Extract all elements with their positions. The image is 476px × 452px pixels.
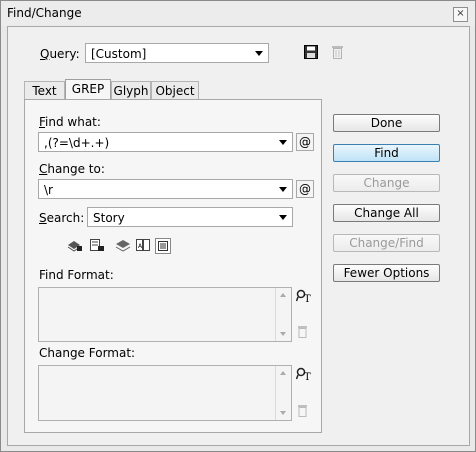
query-dropdown[interactable]: [Custom]: [85, 43, 269, 63]
change-format-box[interactable]: [38, 365, 292, 421]
tab-object[interactable]: Object: [151, 81, 199, 100]
specify-change-format-icon[interactable]: T: [296, 367, 312, 381]
search-scope-dropdown[interactable]: Story: [87, 207, 293, 227]
clear-find-format-trash-icon[interactable]: [297, 325, 308, 338]
find-special-characters-button[interactable]: @: [296, 133, 314, 151]
search-label: Search:: [39, 211, 85, 225]
find-change-dialog: Find/Change × Query: [Custom] Text GREP …: [0, 0, 476, 452]
chevron-down-icon: [255, 51, 263, 56]
change-all-button[interactable]: Change All: [333, 204, 440, 222]
include-locked-stories-icon[interactable]: [89, 237, 105, 253]
tab-glyph[interactable]: Glyph: [111, 81, 151, 100]
find-format-box[interactable]: [38, 287, 292, 342]
scroll-down-icon: [280, 411, 286, 415]
change-format-label: Change Format:: [39, 346, 136, 360]
tab-grep[interactable]: GREP: [65, 79, 111, 101]
title-bar[interactable]: Find/Change ×: [1, 1, 475, 26]
scroll-up-icon: [280, 371, 286, 375]
chevron-down-icon: [279, 187, 287, 192]
change-button[interactable]: Change: [333, 174, 440, 192]
search-scope-value: Story: [93, 211, 125, 225]
find-what-input[interactable]: ,(?=\d+.+): [38, 132, 293, 152]
query-label: Query:: [40, 47, 80, 61]
find-format-scrollbar[interactable]: [275, 288, 291, 341]
chevron-down-icon: [279, 140, 287, 145]
svg-text:T: T: [304, 294, 311, 303]
svg-text:T: T: [304, 372, 311, 381]
scroll-up-icon: [280, 293, 286, 297]
scroll-down-icon: [280, 332, 286, 336]
include-footnotes-icon[interactable]: [155, 238, 171, 254]
close-icon[interactable]: ×: [453, 7, 468, 22]
window-title: Find/Change: [7, 6, 82, 20]
change-find-button[interactable]: Change/Find: [333, 234, 440, 252]
find-what-label: Find what:: [39, 115, 101, 129]
change-format-scrollbar[interactable]: [275, 366, 291, 420]
change-to-input[interactable]: \r: [38, 179, 293, 199]
chevron-down-icon: [279, 215, 287, 220]
include-hidden-layers-icon[interactable]: [115, 237, 131, 253]
query-label-rest: uery:: [49, 47, 80, 61]
tab-text[interactable]: Text: [24, 81, 65, 100]
done-button[interactable]: Done: [333, 114, 440, 132]
trash-icon[interactable]: [331, 44, 344, 60]
specify-find-format-icon[interactable]: T: [296, 289, 312, 303]
query-value: [Custom]: [91, 47, 147, 61]
change-to-label: Change to:: [39, 162, 105, 176]
include-locked-layers-icon[interactable]: [67, 237, 83, 253]
fewer-options-button[interactable]: Fewer Options: [333, 264, 440, 282]
change-special-characters-button[interactable]: @: [296, 180, 314, 198]
find-what-value: ,(?=\d+.+): [44, 136, 110, 150]
clear-change-format-trash-icon[interactable]: [297, 404, 308, 417]
change-to-value: \r: [44, 183, 53, 197]
find-format-label: Find Format:: [39, 268, 114, 282]
save-icon[interactable]: [304, 45, 318, 59]
include-master-pages-icon[interactable]: A: [135, 237, 151, 253]
find-button[interactable]: Find: [333, 144, 440, 162]
